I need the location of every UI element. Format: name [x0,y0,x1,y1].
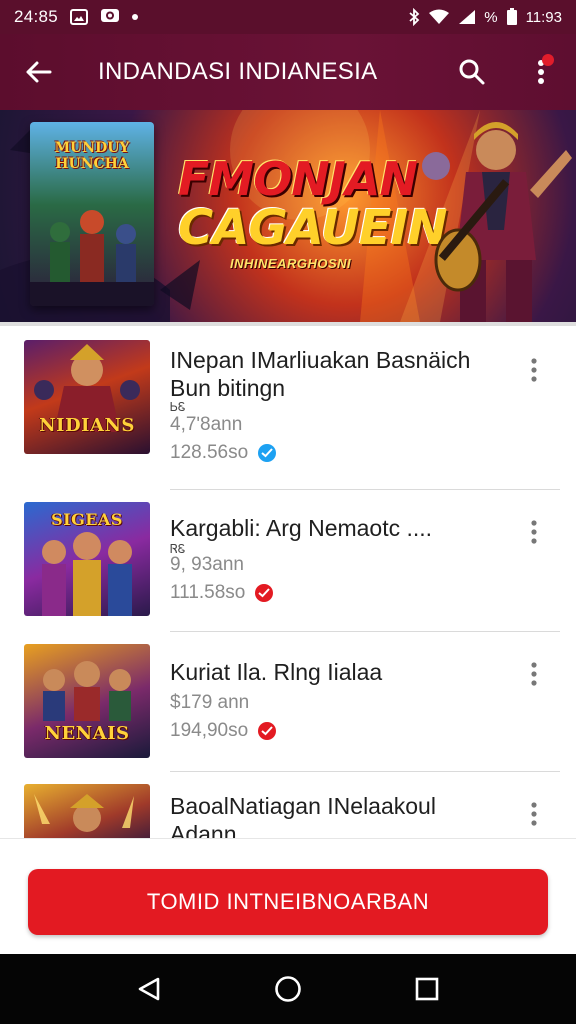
search-button[interactable] [446,48,498,96]
box-characters [30,210,154,306]
item-title: BaoalNatiagan INelaakoul [170,793,436,819]
item-count-value: 128.56so [170,442,249,463]
banner-hero-art [422,122,572,322]
photo-icon [70,9,89,25]
battery-icon [506,8,518,26]
search-icon [459,59,485,85]
banner-subtitle: INHINEARGHOSNI [230,256,352,271]
item-title: Kuriat Ila. Rlng Iialaa [170,659,383,685]
signal-icon [458,9,476,25]
item-subtitle: 9, 93ann [170,554,244,575]
thumbnail-title: SIGEAS [51,510,123,529]
status-bar: 24:85 % 11:93 [0,0,576,34]
bluetooth-icon [408,8,420,26]
thumbnail-title: NENAIS [44,723,130,744]
item-thumbnail: NENAIS [24,644,150,758]
back-button[interactable] [0,34,76,110]
more-vert-icon [531,662,537,686]
item-count: 111.58so [170,582,274,604]
app-bar: INDANDASI INDIANESIA [0,34,576,144]
status-time: 24:85 [14,7,59,26]
item-thumbnail [24,784,150,838]
banner-game-box: MUNDUY HUNCHA [30,122,154,306]
more-vert-icon [531,802,537,826]
item-thumbnail: SIGEAS [24,502,150,616]
list-item[interactable]: NENAIS Kuriat Ila. Rlng Iialaa $179 ann … [0,632,576,772]
system-navigation-bar [0,954,576,1024]
nav-recents-button[interactable] [397,959,457,1019]
item-more-button[interactable] [518,654,550,694]
more-vert-icon [531,358,537,382]
page-title: INDANDASI INDIANESIA [98,58,378,85]
item-title: Kargabli: Arg Nemaotc .... [170,515,433,541]
list-item[interactable]: SIGEAS Kargabli: Arg Nemaotc .... ᏒᏋ 9, … [0,490,576,632]
item-subtitle: $179 ann [170,692,250,713]
item-subtitle: 4,7ʹ8ann [170,414,243,435]
wifi-icon [428,9,450,25]
verified-check-icon [258,444,277,462]
item-count: 194,90so [170,720,277,742]
bottom-action-area: TOMID INTNEIBNOARBAN [0,838,576,954]
overflow-menu-button[interactable] [516,48,566,96]
status-right: % 11:93 [408,8,562,26]
item-more-button[interactable] [518,794,550,834]
dot-icon [132,14,139,20]
back-triangle-icon [139,977,160,1001]
battery-percent: % [484,8,498,26]
list-item[interactable]: BaoalNatiagan INelaakoul Adann [0,772,576,838]
verified-check-icon [258,722,277,740]
camera-icon [100,7,120,28]
recents-square-icon [415,977,438,1001]
item-more-button[interactable] [518,512,550,552]
item-thumbnail: NIDIANS [24,340,150,454]
status-right-time: 11:93 [525,8,562,26]
item-title: INepan IMarliuakan Basnäich [170,347,471,373]
more-vert-icon [531,520,537,544]
primary-action-button[interactable]: TOMID INTNEIBNOARBAN [28,869,548,935]
featured-banner[interactable]: MUNDUY HUNCHA FMONJAN CAGAUEIN INHINEARG… [0,110,576,322]
home-circle-icon [275,976,301,1002]
item-extra: ᏏᏋ [170,400,186,414]
list-item[interactable]: NIDIANS INepan IMarliuakan Basnäich Bun … [0,326,576,490]
item-more-button[interactable] [518,350,550,390]
thumbnail-art [34,344,140,432]
thumbnail-art [34,794,134,832]
game-list: NIDIANS INepan IMarliuakan Basnäich Bun … [0,326,576,838]
thumbnail-title: NIDIANS [39,415,135,436]
nav-back-button[interactable] [119,959,179,1019]
verified-check-icon [255,584,274,602]
item-title-line2: Adann [170,821,237,838]
nav-home-button[interactable] [258,959,318,1019]
item-count: 128.56so [170,442,277,464]
item-count-value: 194,90so [170,720,249,741]
item-count-value: 111.58so [170,582,246,603]
item-title-line2: Bun bitingn [170,375,286,401]
arrow-left-icon [26,61,52,83]
notification-dot [542,54,554,66]
status-left: 24:85 [14,7,139,28]
